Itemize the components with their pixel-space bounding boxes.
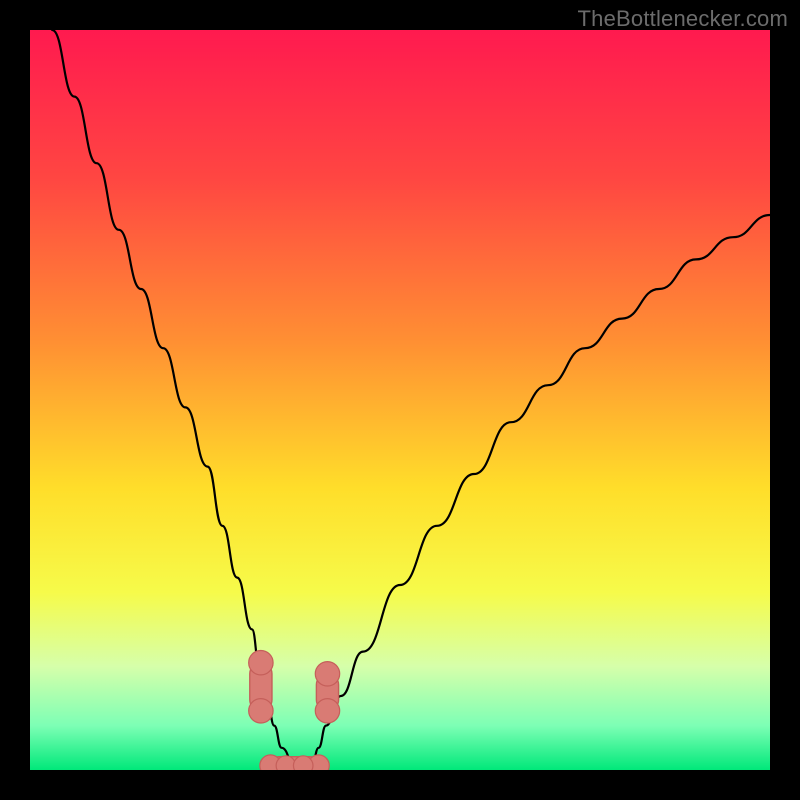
chart-frame (30, 30, 770, 770)
watermark-text: TheBottlenecker.com (578, 6, 788, 32)
right-load-bar-cap-bot (315, 699, 339, 723)
flat-bottom-dot-b (293, 756, 313, 770)
bottleneck-chart (30, 30, 770, 770)
right-load-bar-cap-top (315, 662, 339, 686)
gradient-rect (30, 30, 770, 770)
flat-bottom-dot-a (276, 756, 296, 770)
left-load-bar-cap-bot (249, 699, 273, 723)
left-load-bar-cap-top (249, 650, 273, 674)
